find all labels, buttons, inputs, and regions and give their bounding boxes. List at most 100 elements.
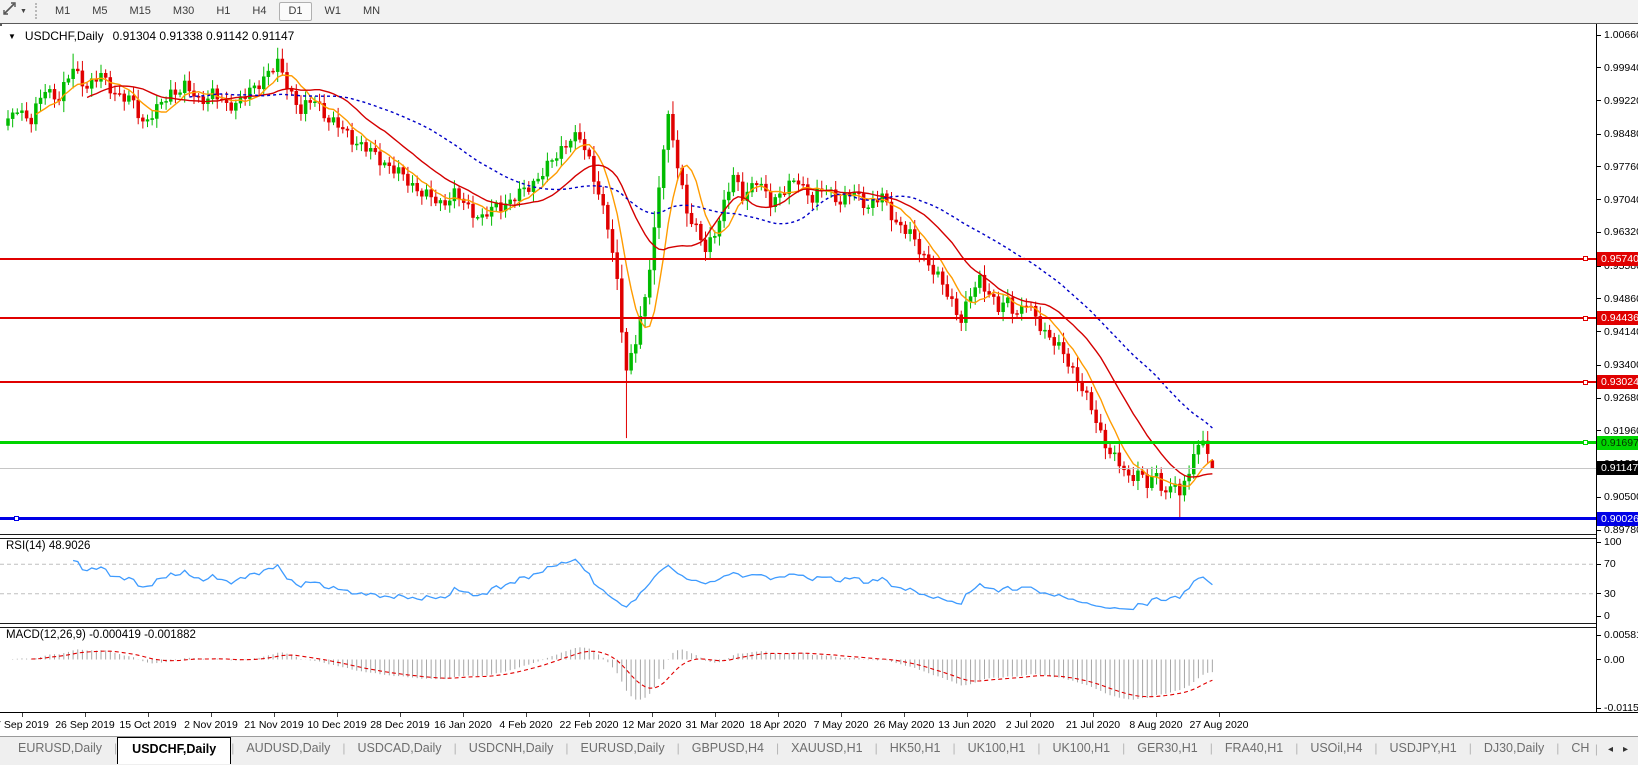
date-tick-mark: [1093, 713, 1094, 717]
level-line-0.91697[interactable]: [0, 441, 1596, 445]
level-line-0.94436[interactable]: [0, 317, 1596, 320]
tab-scroll-right-icon[interactable]: ▸: [1623, 744, 1628, 755]
date-tick-mark: [715, 713, 716, 717]
tab-usdjpy-h1[interactable]: USDJPY,H1: [1378, 737, 1469, 760]
level-handle[interactable]: [1583, 440, 1588, 446]
timeframe-button-D1[interactable]: D1: [279, 1, 312, 21]
tab-dj30-daily[interactable]: DJ30,Daily: [1472, 737, 1556, 760]
price-tick-mark: [1597, 199, 1601, 201]
timeframe-buttons: M1 M5 M15 M30 H1 H4 D1 W1 MN: [46, 1, 389, 21]
tab-usoil-h4[interactable]: USOil,H4: [1298, 737, 1374, 760]
tab-fra40-h1[interactable]: FRA40,H1: [1213, 737, 1295, 760]
tab-divider: |: [1594, 742, 1598, 756]
level-handle[interactable]: [1583, 379, 1588, 385]
trading-terminal: ▼ M1 M5 M15 M30 H1 H4 D1 W1 MN ▼ USDCHF,Daily 0.…: [0, 0, 1638, 765]
level-handle[interactable]: [1583, 315, 1588, 321]
tab-xauusd-h1[interactable]: XAUUSD,H1: [779, 737, 875, 760]
date-tick-mark: [274, 713, 275, 717]
date-axis[interactable]: 7 Sep 2019 26 Sep 2019 15 Oct 2019 2 Nov 20…: [0, 712, 1638, 736]
date-tick-mark: [778, 713, 779, 717]
level-handle[interactable]: [14, 516, 19, 522]
timeframe-button-W1[interactable]: W1: [316, 2, 351, 21]
date-tick-mark: [904, 713, 905, 717]
date-tick-mark: [652, 713, 653, 717]
date-tick-mark: [400, 713, 401, 717]
macd-value-signal: -0.001882: [144, 629, 196, 641]
tab-strip: EURUSD,Daily | USDCHF,Daily | AUDUSD,Daily | U…: [0, 737, 1589, 764]
crosshair-tool-icon: [2, 1, 17, 21]
price-tick-label: 0.94140: [1604, 325, 1638, 338]
chart-symbol-label: USDCHF,Daily: [24, 29, 104, 43]
price-tick-mark: [1597, 34, 1601, 36]
date-tick-mark: [337, 713, 338, 717]
level-line-0.93024[interactable]: [0, 381, 1596, 384]
date-tick-mark: [1030, 713, 1031, 717]
tab-scroll-left-icon[interactable]: ◂: [1608, 744, 1613, 755]
tab-china300-h1[interactable]: CHINA300,H1: [1559, 737, 1588, 760]
date-tick-mark: [85, 713, 86, 717]
timeframe-button-M5[interactable]: M5: [83, 2, 116, 21]
price-tick-label: 0.96320: [1604, 226, 1638, 239]
rsi-tick-mark: [1597, 593, 1601, 595]
tab-gbpusd-h4[interactable]: GBPUSD,H4: [680, 737, 776, 760]
rsi-tick-mark: [1597, 563, 1601, 565]
price-tick-mark: [1597, 496, 1601, 498]
macd-pane[interactable]: [0, 628, 1596, 712]
timeframe-button-H4[interactable]: H4: [243, 2, 275, 21]
pointer-tool-button[interactable]: ▼: [0, 0, 27, 22]
price-tick-mark: [1597, 231, 1601, 233]
level-handle[interactable]: [1583, 256, 1588, 262]
main-chart[interactable]: [0, 26, 1596, 534]
chevron-down-icon: ▼: [20, 7, 27, 15]
macd-value-main: -0.000419: [89, 629, 141, 641]
macd-tick-mark: [1597, 659, 1601, 660]
tab-hk50-h1[interactable]: HK50,H1: [878, 737, 953, 760]
tab-usdcnh-daily[interactable]: USDCNH,Daily: [457, 737, 566, 760]
price-tick-mark: [1597, 133, 1601, 135]
date-tick-mark: [148, 713, 149, 717]
tab-audusd-daily[interactable]: AUDUSD,Daily: [234, 737, 342, 760]
level-line-0.95740[interactable]: [0, 257, 1596, 260]
tab-uk100-h1[interactable]: UK100,H1: [956, 737, 1038, 760]
toolbar-grip[interactable]: [34, 3, 40, 19]
macd-tick-label: 0.005818: [1604, 629, 1638, 641]
triangle-down-icon: ▼: [8, 31, 16, 41]
rsi-tick-label: 70: [1604, 558, 1616, 571]
price-level-badge: 0.95740: [1597, 251, 1638, 266]
price-tick-label: 0.94860: [1604, 292, 1638, 305]
price-tick-mark: [1597, 166, 1601, 168]
macd-tick-label: 0.00: [1604, 653, 1625, 666]
price-tick-label: 0.99940: [1604, 61, 1638, 74]
timeframe-button-M30[interactable]: M30: [164, 2, 203, 21]
tab-uk100-h1[interactable]: UK100,H1: [1040, 737, 1122, 760]
rsi-tick-mark: [1597, 615, 1601, 617]
level-line-0.90026[interactable]: [0, 517, 1596, 521]
date-tick-mark: [589, 713, 590, 717]
tab-eurusd-daily[interactable]: EURUSD,Daily: [569, 737, 677, 760]
price-tick-mark: [1597, 331, 1601, 333]
timeframe-button-MN[interactable]: MN: [354, 2, 389, 21]
rsi-pane[interactable]: [0, 539, 1596, 623]
macd-tick-mark: [1597, 707, 1601, 709]
timeframe-button-H1[interactable]: H1: [207, 2, 239, 21]
tab-usdcad-daily[interactable]: USDCAD,Daily: [346, 737, 454, 760]
tab-eurusd-daily[interactable]: EURUSD,Daily: [6, 737, 114, 760]
toolbar: ▼ M1 M5 M15 M30 H1 H4 D1 W1 MN: [0, 0, 1638, 22]
price-tick-mark: [1597, 67, 1601, 69]
chart-tab-bar: EURUSD,Daily | USDCHF,Daily | AUDUSD,Daily | U…: [0, 736, 1638, 765]
price-axis[interactable]: 1.00660 0.99940 0.99220 0.98480 0.97760 0.970…: [1596, 24, 1638, 714]
rsi-value: 48.9026: [48, 540, 91, 552]
price-tick-label: 0.90500: [1604, 491, 1638, 504]
price-level-badge: 0.91697: [1597, 435, 1638, 450]
price-tick-mark: [1597, 100, 1601, 101]
date-tick-mark: [1219, 713, 1220, 717]
tab-usdchf-daily[interactable]: USDCHF,Daily: [117, 737, 232, 764]
tab-ger30-h1[interactable]: GER30,H1: [1125, 737, 1209, 760]
date-tick-mark: [1156, 713, 1157, 717]
tab-scroll-arrows: | ◂ ▸: [1589, 737, 1638, 756]
timeframe-button-M15[interactable]: M15: [121, 2, 160, 21]
timeframe-button-M1[interactable]: M1: [46, 2, 79, 21]
date-tick-mark: [841, 713, 842, 717]
date-tick-mark: [211, 713, 212, 717]
price-level-badge: 0.90026: [1597, 511, 1638, 526]
